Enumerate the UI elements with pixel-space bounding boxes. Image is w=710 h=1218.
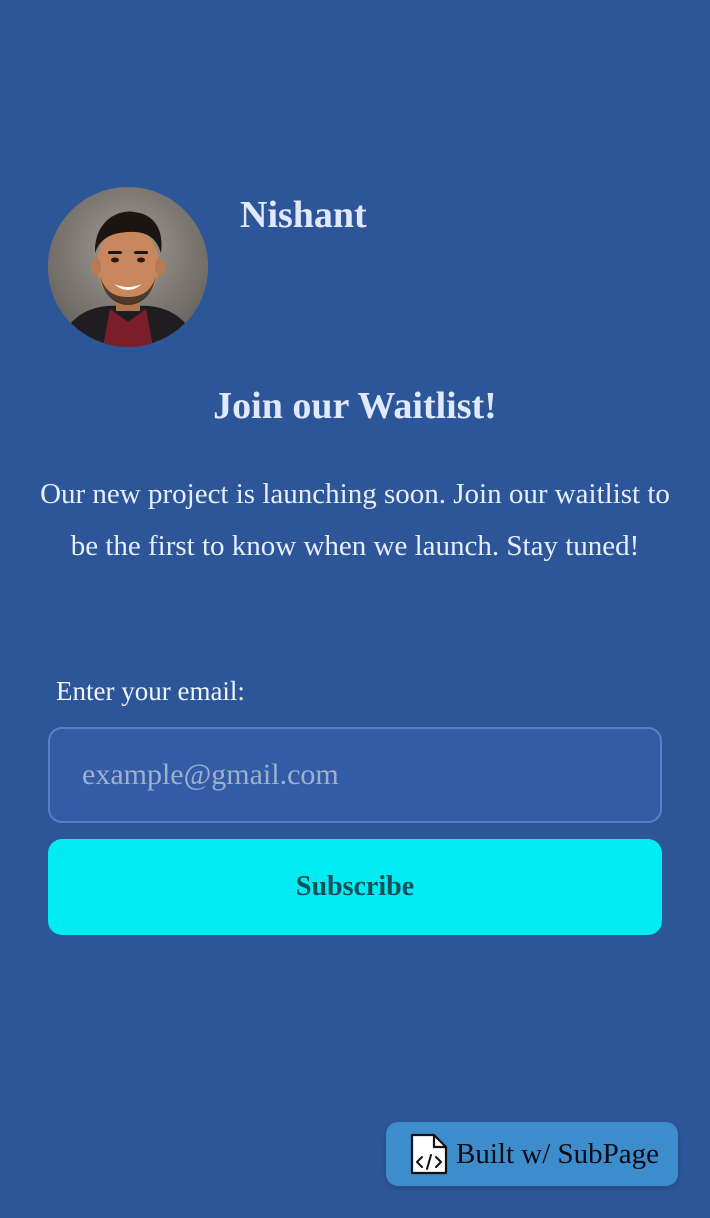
waitlist-description: Our new project is launching soon. Join … [40,478,670,562]
email-input[interactable] [48,727,662,823]
avatar-portrait-image [48,187,208,347]
code-file-icon [410,1133,448,1175]
waitlist-headline: Join our Waitlist! [213,385,497,427]
subscribe-button[interactable]: Subscribe [48,839,662,935]
profile-header: Nishant [48,187,648,347]
built-with-subpage-badge[interactable]: Built w/ SubPage [386,1122,678,1186]
avatar [48,187,208,347]
profile-name: Nishant [240,194,367,236]
waitlist-page: Nishant Join our Waitlist! Our new proje… [0,0,710,1218]
badge-label: Built w/ SubPage [456,1137,660,1170]
email-label: Enter your email: [56,676,245,706]
